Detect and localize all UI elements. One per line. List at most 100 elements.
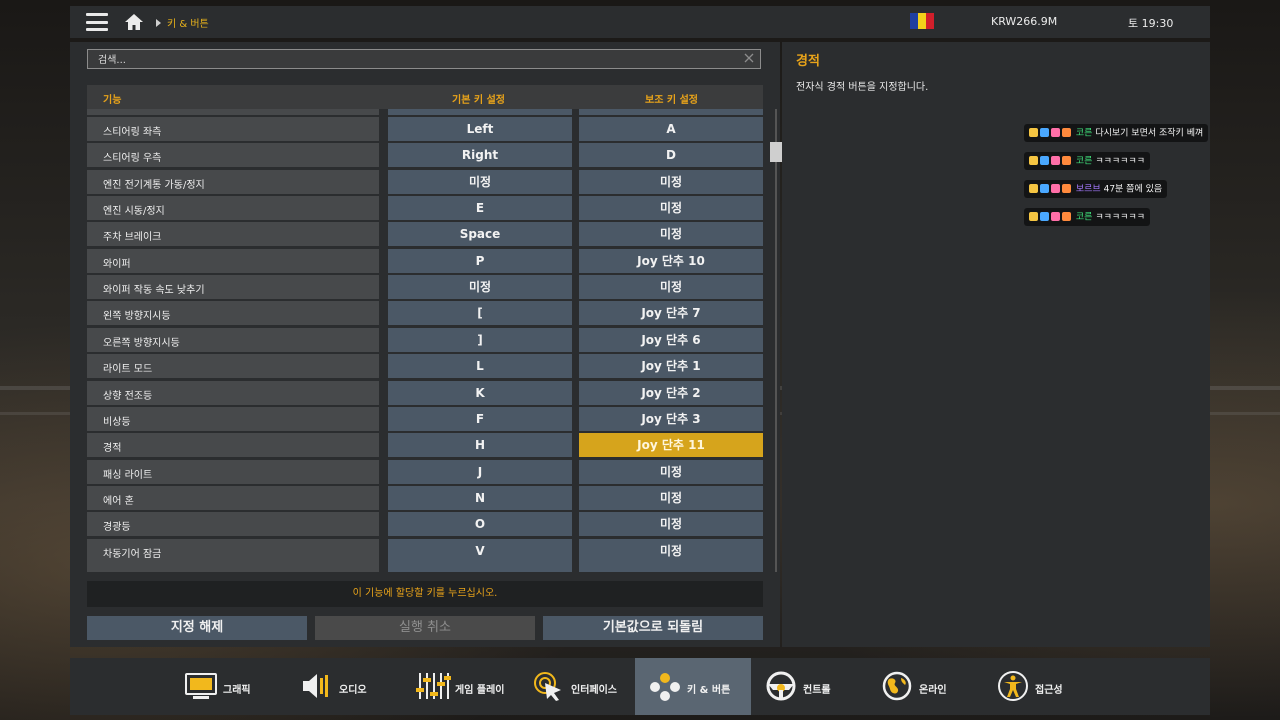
table-row[interactable]: 에어 혼 N 미정	[87, 485, 763, 510]
table-row[interactable]: 라이트 모드 L Joy 단추 1	[87, 354, 763, 379]
table-row[interactable]: 스티어링 좌측 Left A	[87, 117, 763, 141]
primary-key-cell[interactable]: L	[388, 354, 572, 379]
tab-speaker[interactable]: 오디오	[287, 658, 403, 715]
secondary-key-cell[interactable]: D	[579, 143, 763, 168]
primary-key-cell[interactable]: K	[388, 380, 572, 405]
primary-key-cell[interactable]: J	[388, 459, 572, 484]
function-name-cell[interactable]: 경적	[87, 433, 379, 458]
secondary-key-cell[interactable]: 미정	[579, 196, 763, 221]
breadcrumb-label[interactable]: 키 & 버튼	[167, 15, 209, 30]
primary-key-cell[interactable]: F	[388, 406, 572, 431]
secondary-key-cell[interactable]: 미정	[579, 538, 763, 563]
primary-key-cell[interactable]: ]	[388, 327, 572, 352]
primary-key-cell	[388, 563, 572, 572]
breadcrumb: 키 & 버튼	[156, 15, 209, 30]
function-name-cell[interactable]: 비상등	[87, 406, 379, 431]
primary-key-cell[interactable]: 미정	[388, 169, 572, 194]
table-row-partial	[87, 109, 763, 115]
secondary-key-cell[interactable]: 미정	[579, 169, 763, 194]
tab-monitor[interactable]: 그래픽	[171, 658, 287, 715]
primary-key-cell[interactable]: H	[388, 433, 572, 458]
keybinding-list: 스티어링 좌측 Left A 스티어링 우측 Right D 엔진 전기계통 가동/정지 미정…	[87, 109, 763, 572]
table-row[interactable]: 왼쪽 방향지시등 [ Joy 단추 7	[87, 301, 763, 326]
tab-sliders[interactable]: 게임 플레이	[403, 658, 519, 715]
home-icon[interactable]	[124, 12, 144, 32]
table-row[interactable]: 주차 브레이크 Space 미정	[87, 222, 763, 247]
function-name-cell[interactable]: 에어 혼	[87, 485, 379, 510]
secondary-key-cell[interactable]: A	[579, 117, 763, 141]
function-name-cell[interactable]: 라이트 모드	[87, 354, 379, 379]
function-name-cell[interactable]: 상향 전조등	[87, 380, 379, 405]
function-name-cell[interactable]: 오른쪽 방향지시등	[87, 327, 379, 352]
function-name: 패싱 라이트	[103, 469, 153, 481]
tab-globe[interactable]: 온라인	[867, 658, 983, 715]
function-name-cell[interactable]: 와이퍼 작동 속도 낮추기	[87, 275, 379, 300]
function-name-cell[interactable]: 차동기어 잠금	[87, 538, 379, 563]
tab-accessibility[interactable]: 접근성	[983, 658, 1099, 715]
function-name-cell[interactable]: 주차 브레이크	[87, 222, 379, 247]
tab-cursor[interactable]: 인터페이스	[519, 658, 635, 715]
chat-username[interactable]: 코른	[1076, 156, 1093, 166]
chat-overlay: 코른 다시보기 보면서 조작키 베껴 코른 ㅋㅋㅋㅋㅋㅋ 보르브 47분 쯤에 …	[1024, 120, 1224, 232]
table-row[interactable]: 엔진 시동/정지 E 미정	[87, 196, 763, 221]
hamburger-menu-icon[interactable]	[86, 13, 108, 31]
secondary-key-cell[interactable]: 미정	[579, 459, 763, 484]
primary-key-cell[interactable]: O	[388, 512, 572, 537]
function-name: 비상등	[103, 416, 131, 428]
secondary-key-cell[interactable]: Joy 단추 11	[579, 433, 763, 458]
function-name-cell[interactable]: 패싱 라이트	[87, 459, 379, 484]
secondary-key-cell[interactable]: Joy 단추 2	[579, 380, 763, 405]
secondary-key-cell[interactable]: Joy 단추 3	[579, 406, 763, 431]
scrollbar-track[interactable]	[775, 109, 777, 572]
primary-key-cell[interactable]: Space	[388, 222, 572, 247]
primary-key-cell[interactable]: [	[388, 301, 572, 326]
primary-key-cell[interactable]: Right	[388, 143, 572, 168]
clear-search-icon[interactable]	[743, 52, 755, 64]
scrollbar-thumb[interactable]	[770, 142, 782, 162]
primary-key-cell[interactable]: 미정	[388, 275, 572, 300]
table-row[interactable]: 상향 전조등 K Joy 단추 2	[87, 380, 763, 405]
reset-default-button[interactable]: 기본값으로 되돌림	[543, 616, 763, 640]
table-row[interactable]: 패싱 라이트 J 미정	[87, 459, 763, 484]
table-row[interactable]: 스티어링 우측 Right D	[87, 143, 763, 168]
secondary-key-cell[interactable]: Joy 단추 6	[579, 327, 763, 352]
function-name-cell[interactable]: 경광등	[87, 512, 379, 537]
table-row[interactable]: 비상등 F Joy 단추 3	[87, 406, 763, 431]
function-name-cell[interactable]: 엔진 시동/정지	[87, 196, 379, 221]
table-row[interactable]: 경광등 O 미정	[87, 512, 763, 537]
chat-username[interactable]: 보르브	[1076, 184, 1101, 194]
function-name: 차동기어 잠금	[103, 548, 162, 560]
function-name-cell[interactable]: 왼쪽 방향지시등	[87, 301, 379, 326]
secondary-key-cell[interactable]: Joy 단추 7	[579, 301, 763, 326]
secondary-key-cell[interactable]: 미정	[579, 222, 763, 247]
primary-key-cell[interactable]: N	[388, 485, 572, 510]
chat-username[interactable]: 코른	[1076, 212, 1093, 222]
tab-steering-wheel[interactable]: 컨트롤	[751, 658, 867, 715]
table-row[interactable]: 경적 H Joy 단추 11	[87, 433, 763, 458]
secondary-key-cell[interactable]: 미정	[579, 485, 763, 510]
secondary-key-cell[interactable]: Joy 단추 1	[579, 354, 763, 379]
table-row[interactable]: 와이퍼 P Joy 단추 10	[87, 248, 763, 273]
unassign-button[interactable]: 지정 해제	[87, 616, 307, 640]
table-row[interactable]: 차동기어 잠금 V 미정	[87, 538, 763, 563]
chat-text: 다시보기 보면서 조작키 베껴	[1095, 128, 1204, 138]
secondary-key-cell[interactable]: Joy 단추 10	[579, 248, 763, 273]
function-name-cell[interactable]: 스티어링 우측	[87, 143, 379, 168]
primary-key-cell[interactable]: Left	[388, 117, 572, 141]
search-input[interactable]	[96, 52, 720, 68]
secondary-key-cell[interactable]: 미정	[579, 512, 763, 537]
primary-key-cell[interactable]: V	[388, 538, 572, 563]
primary-key-cell[interactable]: P	[388, 248, 572, 273]
country-flag-icon	[910, 13, 934, 29]
secondary-key-cell[interactable]: 미정	[579, 275, 763, 300]
tab-buttons[interactable]: 키 & 버튼	[635, 658, 751, 715]
function-name-cell[interactable]: 스티어링 좌측	[87, 117, 379, 141]
table-row[interactable]: 오른쪽 방향지시등] Joy 단추 6	[87, 327, 763, 352]
chat-username[interactable]: 코른	[1076, 128, 1093, 138]
function-name-cell[interactable]: 엔진 전기계통 가동/정지	[87, 169, 379, 194]
table-row[interactable]: 와이퍼 작동 속도 낮추기 미정 미정	[87, 275, 763, 300]
table-row[interactable]: 엔진 전기계통 가동/정지 미정 미정	[87, 169, 763, 194]
function-name-cell[interactable]: 와이퍼	[87, 248, 379, 273]
primary-key-cell[interactable]: E	[388, 196, 572, 221]
undo-button[interactable]: 실행 취소	[315, 616, 535, 640]
